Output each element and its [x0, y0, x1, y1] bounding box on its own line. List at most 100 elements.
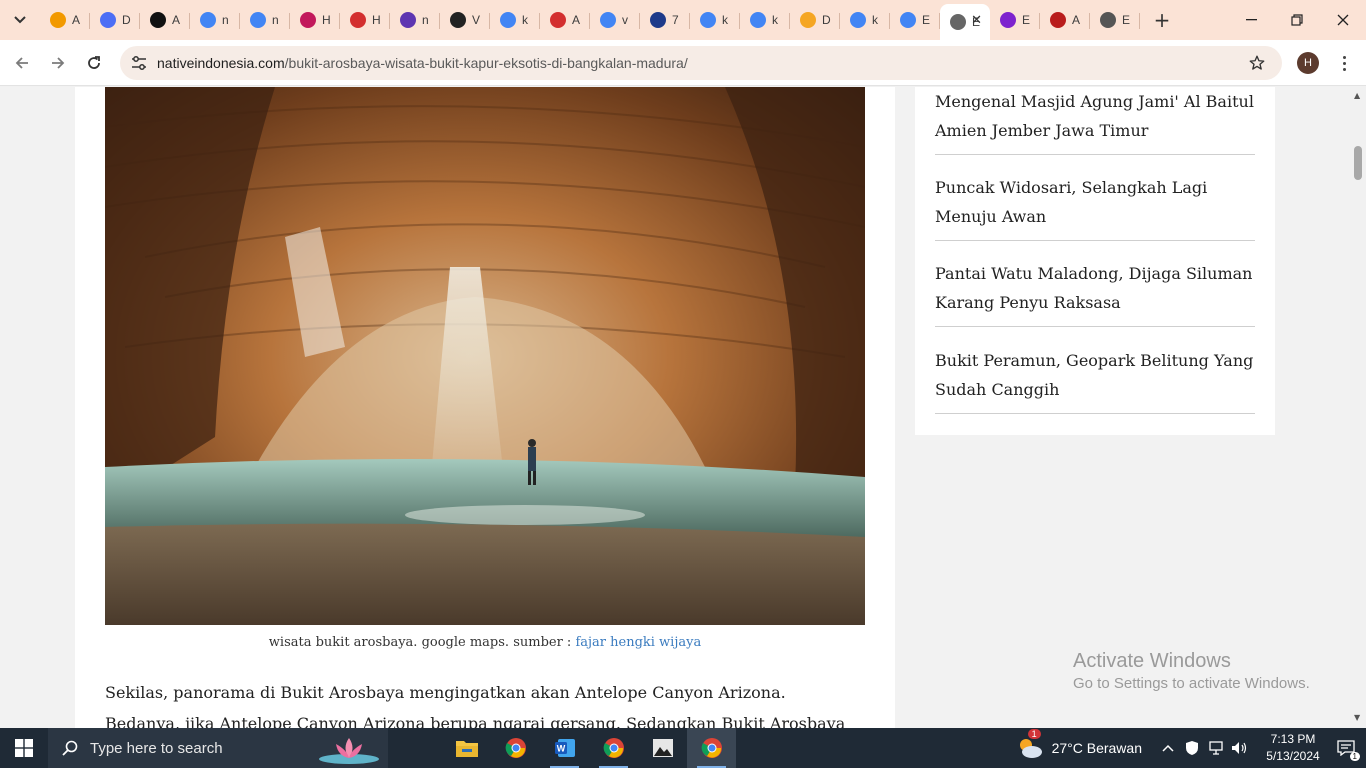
- tab-title: A: [572, 13, 581, 27]
- bookmark-button[interactable]: [1246, 52, 1268, 74]
- url-path: /bukit-arosbaya-wisata-bukit-kapur-eksot…: [284, 55, 688, 71]
- taskbar-word[interactable]: W: [540, 728, 589, 768]
- taskbar-file-explorer[interactable]: [442, 728, 491, 768]
- browser-tab[interactable]: v: [590, 4, 640, 36]
- scroll-up-arrow-icon[interactable]: ▲: [1354, 91, 1360, 100]
- cloud-sun-icon: [1019, 739, 1042, 758]
- sidebar-link[interactable]: Mengenal Masjid Agung Jami' Al Baitul Am…: [935, 87, 1255, 155]
- search-placeholder: Type here to search: [90, 739, 223, 757]
- tab-title: D: [822, 13, 831, 27]
- google-icon: [500, 12, 516, 28]
- tab-title: n: [272, 13, 279, 27]
- browser-tab[interactable]: D: [790, 4, 840, 36]
- taskbar-search-box[interactable]: Type here to search: [48, 728, 388, 768]
- caption-source-link[interactable]: fajar hengki wijaya: [575, 635, 701, 650]
- new-tab-button[interactable]: +: [1148, 6, 1176, 34]
- page-viewport: wisata bukit arosbaya. google maps. sumb…: [0, 87, 1350, 728]
- chrome-icon: [701, 738, 722, 758]
- notification-count: 1: [1349, 752, 1360, 761]
- site-info-button[interactable]: [128, 52, 150, 74]
- address-bar[interactable]: nativeindonesia.com/bukit-arosbaya-wisat…: [120, 46, 1282, 80]
- chrome-icon: [603, 738, 624, 758]
- tab-active[interactable]: E ✕: [940, 4, 990, 40]
- browser-tab[interactable]: A: [40, 4, 90, 36]
- photos-icon: [652, 739, 673, 757]
- speaker-icon: [1232, 742, 1247, 754]
- taskbar-photos[interactable]: [638, 728, 687, 768]
- url-host: nativeindonesia.com: [157, 55, 285, 71]
- sidebar-link[interactable]: Pantai Watu Maladong, Dijaga Siluman Kar…: [935, 259, 1255, 327]
- browser-tab[interactable]: 7: [640, 4, 690, 36]
- detik-icon: [400, 12, 416, 28]
- volume-tray-icon[interactable]: [1228, 728, 1252, 768]
- pinterest-icon: [350, 12, 366, 28]
- reload-icon: [88, 56, 100, 69]
- clock-date: 5/13/2024: [1266, 749, 1320, 763]
- back-button[interactable]: [8, 49, 36, 77]
- browser-tab[interactable]: n: [190, 4, 240, 36]
- weather-badge: 1: [1027, 729, 1041, 739]
- weather-widget[interactable]: 1 27°C Berawan: [1016, 729, 1142, 759]
- puzzle-icon: [800, 12, 816, 28]
- clock[interactable]: 7:13 PM 5/13/2024: [1260, 731, 1326, 765]
- tab-title: n: [222, 13, 229, 27]
- browser-tab[interactable]: A: [1040, 4, 1090, 36]
- taskbar-chrome-active[interactable]: [687, 728, 736, 768]
- notification-center-button[interactable]: 1: [1326, 728, 1366, 768]
- taskbar-chrome[interactable]: [491, 728, 540, 768]
- close-window-button[interactable]: [1320, 0, 1366, 40]
- show-hidden-icons-button[interactable]: [1156, 728, 1180, 768]
- windows-taskbar: Type here to search W 1 27°C Berawan 7:1…: [0, 728, 1366, 768]
- reload-button[interactable]: [80, 49, 108, 77]
- browser-tab[interactable]: V: [440, 4, 490, 36]
- url-text[interactable]: nativeindonesia.com/bukit-arosbaya-wisat…: [157, 55, 688, 71]
- browser-tab[interactable]: n: [240, 4, 290, 36]
- tab-title: 7: [672, 13, 679, 27]
- page-scrollbar[interactable]: ▲ ▼: [1350, 87, 1366, 728]
- system-tray: 1 27°C Berawan 7:13 PM 5/13/2024 1: [1016, 728, 1366, 768]
- restore-button[interactable]: [1274, 0, 1320, 40]
- profile-avatar[interactable]: H: [1297, 52, 1319, 74]
- browser-tab[interactable]: E: [890, 4, 940, 36]
- browser-tab[interactable]: H: [290, 4, 340, 36]
- browser-tab[interactable]: A: [140, 4, 190, 36]
- browser-tab[interactable]: n: [390, 4, 440, 36]
- search-icon: [62, 740, 78, 756]
- browser-tab[interactable]: k: [840, 4, 890, 36]
- browser-menu-button[interactable]: [1334, 52, 1354, 74]
- arrow-left-icon: [15, 57, 28, 69]
- tab-title: k: [522, 13, 528, 27]
- browser-tab[interactable]: k: [490, 4, 540, 36]
- security-tray-icon[interactable]: [1180, 728, 1204, 768]
- network-tray-icon[interactable]: [1204, 728, 1228, 768]
- folder-icon: [455, 741, 478, 757]
- browser-tab[interactable]: A: [540, 4, 590, 36]
- browser-tab[interactable]: H: [340, 4, 390, 36]
- lotus-highlight-icon: [319, 738, 379, 764]
- scroll-down-arrow-icon[interactable]: ▼: [1354, 713, 1360, 722]
- tab-title: k: [722, 13, 728, 27]
- tab-title: k: [772, 13, 778, 27]
- browser-tab[interactable]: E: [990, 4, 1040, 36]
- detik-icon: [300, 12, 316, 28]
- forward-button[interactable]: [44, 49, 72, 77]
- scrollbar-thumb[interactable]: [1354, 146, 1362, 180]
- sidebar-link[interactable]: Puncak Widosari, Selangkah Lagi Menuju A…: [935, 173, 1255, 241]
- tab-strip: A D An n H Hn Vk Av 7 k k Dk E E ✕ E A E +: [0, 0, 1366, 40]
- browser-tab[interactable]: k: [740, 4, 790, 36]
- idn-icon: [450, 12, 466, 28]
- tab-search-button[interactable]: [8, 8, 32, 32]
- related-posts-sidebar: Mengenal Masjid Agung Jami' Al Baitul Am…: [915, 87, 1275, 435]
- tab-title: A: [1072, 13, 1081, 27]
- minimize-button[interactable]: [1228, 0, 1274, 40]
- bookmark-red-icon: [1050, 12, 1066, 28]
- sidebar-link[interactable]: Bukit Peramun, Geopark Belitung Yang Sud…: [935, 346, 1255, 414]
- start-button[interactable]: [0, 728, 48, 768]
- close-tab-icon[interactable]: ✕: [971, 13, 982, 28]
- tab-title: E: [922, 13, 931, 27]
- browser-tab[interactable]: k: [690, 4, 740, 36]
- browser-tab[interactable]: D: [90, 4, 140, 36]
- taskbar-chrome-profile[interactable]: [589, 728, 638, 768]
- browser-tab[interactable]: E: [1090, 4, 1140, 36]
- google-icon: [850, 12, 866, 28]
